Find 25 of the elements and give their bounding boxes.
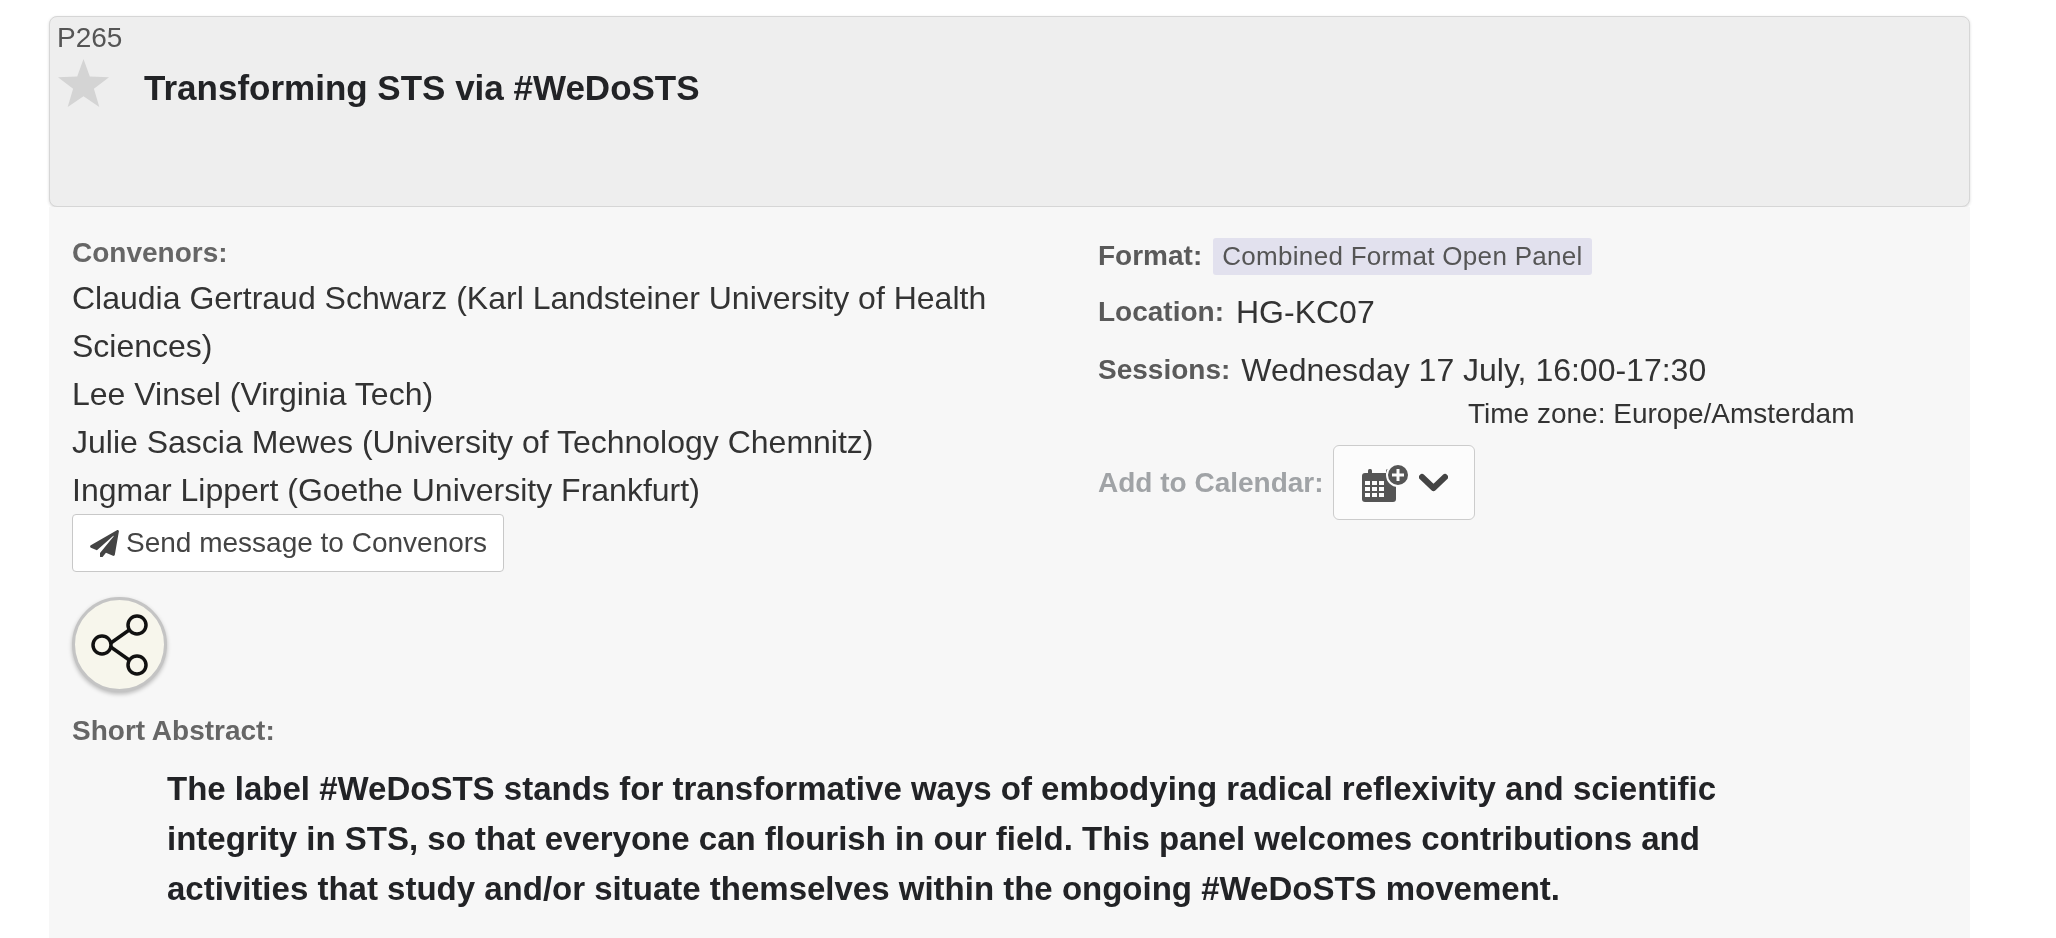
panel-code: P265	[57, 22, 123, 53]
panel-title: Transforming STS via #WeDoSTS	[144, 67, 700, 109]
convenors-label: Convenors:	[72, 237, 228, 268]
convenor-name: Lee Vinsel (Virginia Tech)	[72, 375, 435, 414]
sessions-label: Sessions:	[1098, 353, 1231, 387]
convenor-name: Julie Sascia Mewes (University of Technology Chemnitz)	[72, 423, 875, 462]
calendar-plus-icon	[1359, 463, 1409, 502]
send-message-button[interactable]: Send message to Convenors	[72, 514, 505, 572]
format-tag: Combined Format Open Panel	[1213, 237, 1592, 275]
convenor-name: Claudia Gertraud Schwarz (Karl Landsteiner University of Health Sciences)	[72, 279, 988, 366]
session-time: Wednesday 17 July, 16:00-17:30	[1241, 351, 1707, 390]
add-to-calendar-label: Add to Calendar:	[1098, 465, 1324, 500]
abstract-text: The label #WeDoSTS stands for transformative ways of embodying radical reflexivity and scientific integrity in STS, so that everyone can flourish in our field. This panel welcomes contributions and activities that study and/or situate themselves within the ongoing #WeDoSTS movement.	[167, 769, 1717, 909]
star-icon[interactable]	[57, 59, 110, 107]
time-zone: Time zone: Europe/Amsterdam	[1468, 398, 1855, 429]
calendar-dropdown-button[interactable]	[1332, 445, 1475, 520]
location-label: Location:	[1098, 295, 1224, 329]
share-icon	[89, 612, 150, 677]
location-value: HG-KC07	[1236, 293, 1375, 332]
format-label: Format:	[1098, 239, 1203, 273]
convenor-name: Ingmar Lippert (Goethe University Frankfurt)	[72, 471, 701, 510]
chevron-down-icon	[1418, 473, 1448, 492]
share-button[interactable]	[72, 597, 167, 692]
short-abstract-label: Short Abstract:	[72, 715, 275, 746]
paper-plane-icon	[90, 529, 119, 557]
